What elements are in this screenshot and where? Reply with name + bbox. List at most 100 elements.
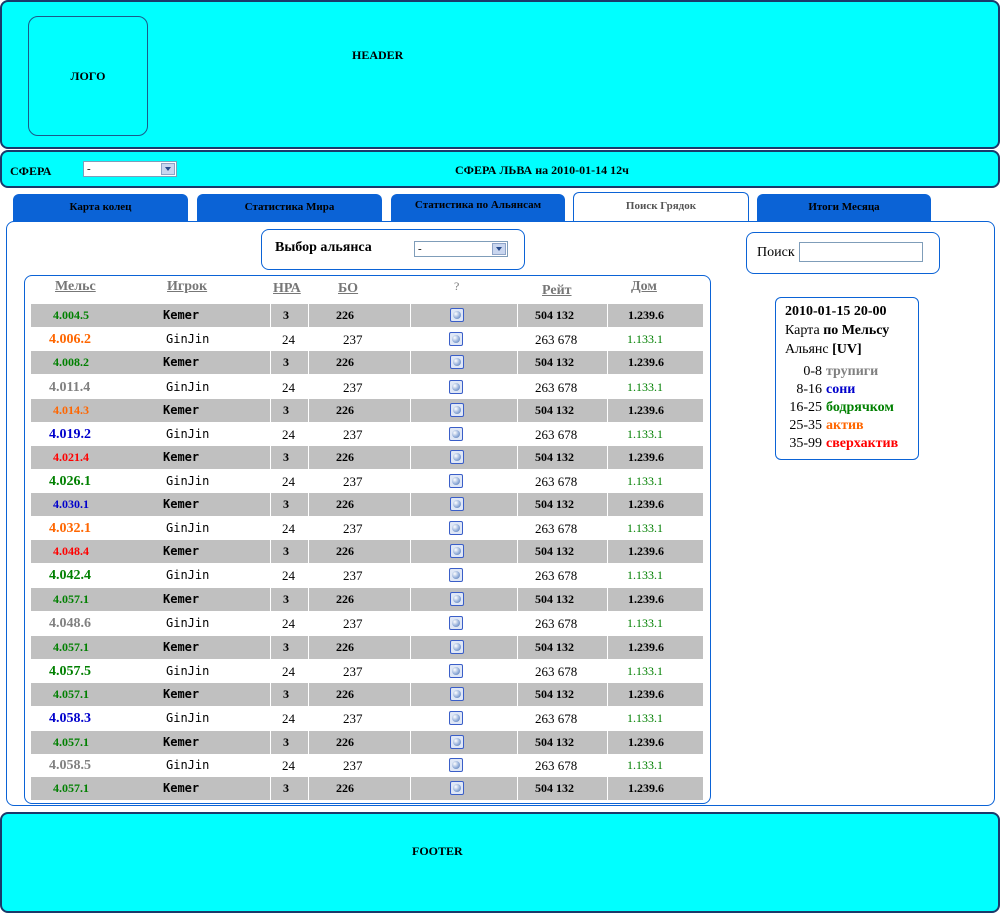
cell-hra: 24 bbox=[282, 711, 295, 726]
alliance-label: Выбор альянса bbox=[275, 240, 372, 255]
info-icon[interactable] bbox=[449, 474, 463, 488]
info-icon[interactable] bbox=[450, 544, 464, 558]
row-separator bbox=[308, 636, 309, 659]
info-icon[interactable] bbox=[449, 427, 463, 441]
table-row: 4.026.1 GinJin 24 237 263 678 1.133.1 bbox=[31, 470, 703, 493]
info-icon[interactable] bbox=[450, 781, 464, 795]
info-icon[interactable] bbox=[450, 735, 464, 749]
info-icon[interactable] bbox=[450, 592, 464, 606]
row-separator bbox=[308, 446, 309, 469]
row-separator bbox=[607, 493, 608, 516]
cell-player: Kemer bbox=[163, 308, 200, 322]
table-row: 4.021.4 Kemer 3 226 504 132 1.239.6 bbox=[31, 446, 703, 469]
cell-mels: 4.057.1 bbox=[53, 640, 89, 654]
cell-mels: 4.008.2 bbox=[53, 355, 89, 369]
cell-player: Kemer bbox=[163, 497, 200, 511]
table-row: 4.006.2 GinJin 24 237 263 678 1.133.1 bbox=[31, 328, 703, 351]
info-icon[interactable] bbox=[449, 711, 463, 725]
cell-player: Kemer bbox=[163, 544, 200, 558]
info-icon[interactable] bbox=[449, 380, 463, 394]
col-header-mels[interactable]: Мельс bbox=[55, 279, 96, 295]
cell-home: 1.239.6 bbox=[628, 592, 664, 606]
row-separator bbox=[410, 777, 411, 800]
search-input[interactable] bbox=[799, 242, 923, 262]
info-icon[interactable] bbox=[449, 332, 463, 346]
row-separator bbox=[517, 683, 518, 706]
row-separator bbox=[270, 446, 271, 469]
info-icon[interactable] bbox=[450, 687, 464, 701]
row-separator bbox=[517, 399, 518, 422]
row-separator bbox=[607, 446, 608, 469]
tab-month-results[interactable]: Итоги Месяца bbox=[757, 194, 931, 222]
cell-bo: 226 bbox=[336, 497, 354, 511]
col-header-rate[interactable]: Рейт bbox=[542, 283, 572, 299]
col-header-player[interactable]: Игрок bbox=[167, 279, 207, 295]
legend-range: 35-99 bbox=[789, 436, 822, 451]
cell-bo: 237 bbox=[343, 711, 363, 726]
sphere-select-value: - bbox=[87, 163, 91, 175]
sphere-select[interactable]: - bbox=[83, 161, 177, 177]
row-separator bbox=[308, 683, 309, 706]
cell-bo: 237 bbox=[343, 664, 363, 679]
cell-mels: 4.030.1 bbox=[53, 497, 89, 511]
legend-range: 8-16 bbox=[796, 382, 822, 397]
info-icon[interactable] bbox=[450, 450, 464, 464]
info-icon[interactable] bbox=[450, 640, 464, 654]
alliance-select[interactable]: - bbox=[414, 241, 508, 257]
tab-alliance-stats[interactable]: Статистика по Альянсам bbox=[391, 194, 565, 222]
row-separator bbox=[270, 683, 271, 706]
info-icon[interactable] bbox=[450, 355, 464, 369]
cell-bo: 226 bbox=[336, 592, 354, 606]
info-icon[interactable] bbox=[449, 758, 463, 772]
info-icon[interactable] bbox=[450, 308, 464, 322]
tab-ring-map[interactable]: Карта колец bbox=[13, 194, 188, 222]
col-header-bo[interactable]: БО bbox=[338, 281, 358, 297]
info-icon[interactable] bbox=[449, 568, 463, 582]
legend-range: 0-8 bbox=[803, 364, 822, 379]
row-separator bbox=[308, 540, 309, 563]
legend-range: 16-25 bbox=[789, 400, 822, 415]
row-separator bbox=[607, 731, 608, 754]
cell-hra: 3 bbox=[283, 403, 289, 417]
cell-player: GinJin bbox=[166, 568, 210, 582]
row-separator bbox=[308, 399, 309, 422]
row-separator bbox=[270, 351, 271, 374]
cell-home: 1.133.1 bbox=[627, 380, 663, 394]
cell-hra: 3 bbox=[283, 735, 289, 749]
legend-item: 8-16 сони bbox=[776, 382, 916, 398]
info-icon[interactable] bbox=[450, 403, 464, 417]
table-row: 4.058.5 GinJin 24 237 263 678 1.133.1 bbox=[31, 754, 703, 777]
col-header-question: ? bbox=[454, 279, 460, 293]
col-header-home[interactable]: Дом bbox=[631, 279, 657, 295]
info-icon[interactable] bbox=[450, 497, 464, 511]
cell-home: 1.239.6 bbox=[628, 640, 664, 654]
cell-mels: 4.026.1 bbox=[49, 474, 91, 489]
cell-bo: 237 bbox=[343, 616, 363, 631]
tab-bed-search[interactable]: Поиск Грядок bbox=[573, 192, 749, 222]
row-separator bbox=[410, 351, 411, 374]
cell-bo: 237 bbox=[343, 521, 363, 536]
cell-rate: 504 132 bbox=[535, 687, 574, 701]
cell-home: 1.133.1 bbox=[627, 616, 663, 630]
legend-item: 25-35 актив bbox=[776, 418, 916, 434]
cell-home: 1.239.6 bbox=[628, 450, 664, 464]
row-separator bbox=[607, 636, 608, 659]
cell-bo: 226 bbox=[336, 308, 354, 322]
cell-home: 1.239.6 bbox=[628, 735, 664, 749]
row-separator bbox=[270, 399, 271, 422]
tab-world-stats[interactable]: Статистика Мира bbox=[197, 194, 382, 222]
cell-home: 1.133.1 bbox=[627, 568, 663, 582]
info-icon[interactable] bbox=[449, 664, 463, 678]
info-icon[interactable] bbox=[449, 616, 463, 630]
cell-mels: 4.019.2 bbox=[49, 427, 91, 442]
cell-rate: 504 132 bbox=[535, 450, 574, 464]
row-separator bbox=[607, 540, 608, 563]
cell-rate: 263 678 bbox=[535, 427, 578, 442]
legend-item: 35-99 сверхактив bbox=[776, 436, 916, 452]
cell-mels: 4.057.1 bbox=[53, 781, 89, 795]
header-text: HEADER bbox=[352, 48, 404, 62]
table-row: 4.057.5 GinJin 24 237 263 678 1.133.1 bbox=[31, 660, 703, 683]
info-icon[interactable] bbox=[449, 521, 463, 535]
col-header-hra[interactable]: НРА bbox=[273, 281, 301, 297]
cell-mels: 4.014.3 bbox=[53, 403, 89, 417]
